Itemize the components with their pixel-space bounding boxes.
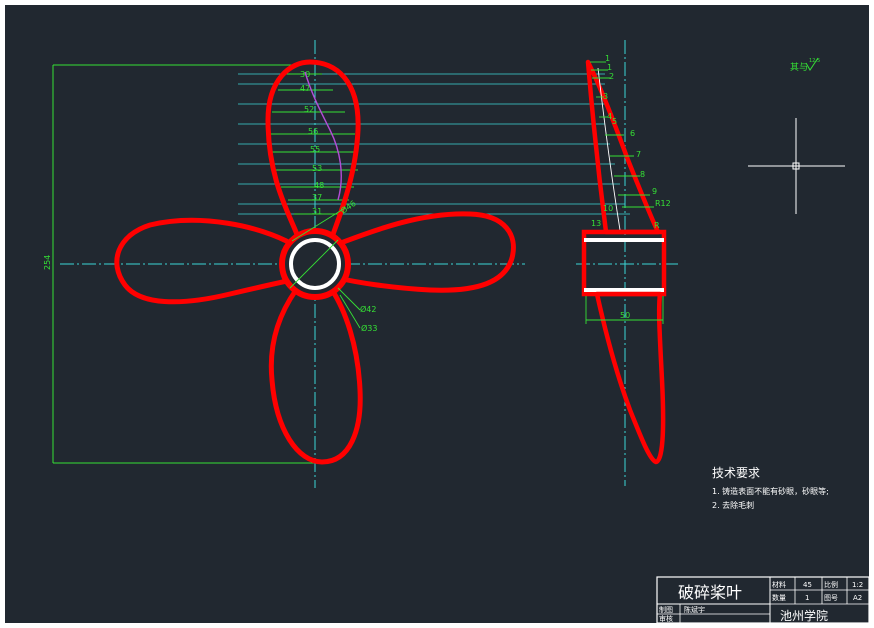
section-width-label: 37 [312, 193, 322, 202]
tech-requirement-item: 1. 铸造表面不能有砂眼，砂眼等; [712, 486, 829, 496]
hub-bore [289, 238, 341, 290]
station-label: 9 [652, 187, 657, 196]
section-width-label: 56 [308, 127, 318, 136]
front-view: 254 30 47 52 56 55 53 48 37 31 Ø46 Ø42 Ø… [43, 40, 630, 488]
quantity-label: 数量 [772, 593, 786, 602]
side-station-labels: 1 1 2 3 4 5 6 7 8 9 [603, 54, 657, 196]
station-label: 2 [609, 72, 614, 81]
station-label: 6 [630, 129, 635, 138]
tip-label: R [654, 221, 660, 230]
scale-label: 比例 [824, 580, 838, 589]
bottom-blade [268, 287, 363, 465]
section-width-label: 31 [312, 207, 322, 216]
station-label: 1 [607, 63, 612, 72]
section-width-label: 48 [314, 181, 324, 190]
station-label: 7 [636, 150, 641, 159]
drawing-svg: 254 30 47 52 56 55 53 48 37 31 Ø46 Ø42 Ø… [43, 40, 870, 624]
section-width-label: 55 [310, 145, 320, 154]
cad-drawing-window: 254 30 47 52 56 55 53 48 37 31 Ø46 Ø42 Ø… [0, 0, 874, 628]
drawn-by-label: 制图 [659, 605, 673, 614]
left-offset-label: 13 [591, 219, 601, 228]
section-width-label: 52 [304, 105, 314, 114]
tech-requirements-title: 技术要求 [712, 466, 760, 480]
hub-outer-label: Ø46 [338, 198, 357, 216]
station-label: 3 [603, 92, 608, 101]
right-blade [335, 211, 516, 293]
material-value: 45 [803, 581, 812, 589]
station-label: 5 [612, 117, 617, 126]
r12-label: R12 [655, 199, 671, 208]
quantity-value: 1 [805, 594, 809, 602]
section-width-label: 47 [300, 84, 310, 93]
section-width-label: 53 [312, 164, 322, 173]
checked-label: 审核 [659, 614, 673, 623]
material-label: 材料 [772, 580, 786, 589]
part-name: 破碎桨叶 [678, 583, 742, 602]
station-label: 1 [605, 54, 610, 63]
hub-diameter-label-1: Ø42 [360, 304, 376, 314]
drawing-no-label: 图号 [824, 594, 838, 602]
hub [279, 228, 351, 300]
side-view: 1 1 2 3 4 5 6 7 8 9 R12 10 13 R 50 [576, 40, 680, 486]
inner-label: 10 [603, 204, 613, 213]
roughness-symbol: 其与 12.5 [790, 57, 820, 73]
side-upper-blade [585, 59, 661, 235]
tech-requirement-item: 2. 去除毛刺 [712, 500, 754, 510]
roughness-label: 其与 [790, 62, 808, 73]
drawing-no-value: A2 [853, 594, 862, 602]
left-blade [114, 217, 295, 305]
hub-diameter-label-2: Ø33 [361, 323, 377, 333]
station-label: 8 [640, 170, 645, 179]
overall-height-label: 254 [43, 255, 52, 270]
crosshair-cursor-icon [748, 118, 845, 214]
roughness-value: 12.5 [809, 58, 820, 64]
school-name: 池州学院 [780, 608, 828, 623]
tech-requirements: 技术要求 1. 铸造表面不能有砂眼，砂眼等; 2. 去除毛刺 [712, 466, 829, 510]
drawn-by-value: 陈斌宇 [684, 605, 705, 614]
side-hub-width-label: 50 [620, 311, 630, 320]
title-block: 破碎桨叶 材料 45 比例 1:2 数量 1 图号 A2 制图 陈斌宇 审核 池… [656, 576, 870, 624]
scale-value: 1:2 [852, 581, 863, 589]
projection-lines [238, 73, 630, 215]
